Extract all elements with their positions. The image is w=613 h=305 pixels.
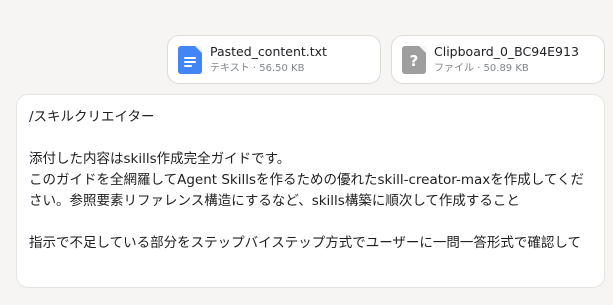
attachment-info: Pasted_content.txt テキスト · 56.50 KB <box>210 44 327 76</box>
message-paragraph-1-line-2: このガイドを全網羅してAgent Skillsを作るための優れたskill-cr… <box>29 172 584 209</box>
unknown-file-icon: ? <box>402 45 426 74</box>
attachment-meta: テキスト · 56.50 KB <box>210 62 305 74</box>
message-command: /スキルクリエイター <box>29 109 155 125</box>
attachment-pasted-content[interactable]: Pasted_content.txt テキスト · 56.50 KB <box>167 35 381 84</box>
attachment-name: Clipboard_0_BC94E913 <box>434 43 579 59</box>
message-paragraph-2: 指示で不足している部分をステップバイステップ方式でユーザーに一問一答形式で確認し… <box>29 235 582 251</box>
attachment-name: Pasted_content.txt <box>210 43 327 59</box>
attachment-clipboard[interactable]: ? Clipboard_0_BC94E913 ファイル · 50.89 KB <box>391 35 605 84</box>
attachment-meta: ファイル · 50.89 KB <box>434 62 529 74</box>
message-paragraph-1-line-1: 添付した内容はskills作成完全ガイドです。 <box>29 151 291 167</box>
user-message-bubble: /スキルクリエイター 添付した内容はskills作成完全ガイドです。 このガイド… <box>16 94 605 288</box>
attachment-info: Clipboard_0_BC94E913 ファイル · 50.89 KB <box>434 44 579 76</box>
text-document-icon <box>178 45 202 74</box>
